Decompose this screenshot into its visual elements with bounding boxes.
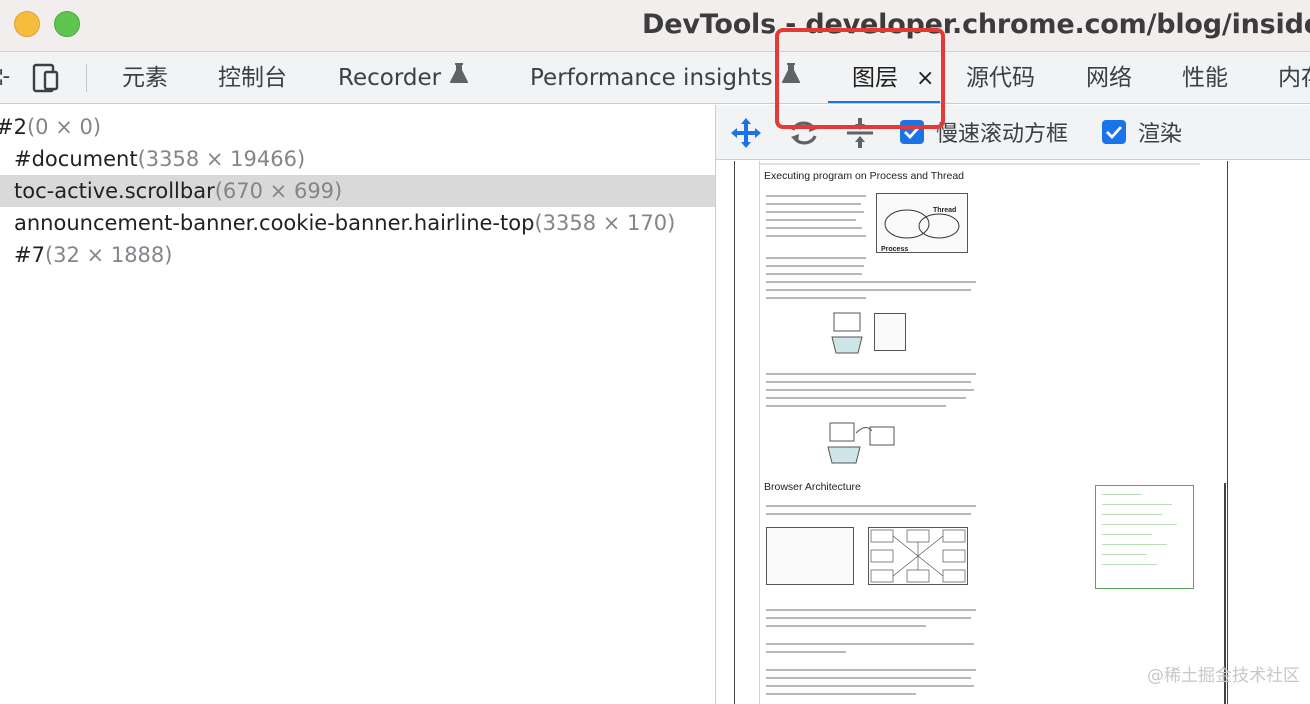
window-diagram-figure xyxy=(874,313,906,351)
tab-elements[interactable]: 元素 xyxy=(122,52,168,103)
text-line xyxy=(766,651,846,653)
page-content-preview: Executing program on Process and Thread … xyxy=(759,161,1205,704)
text-line xyxy=(766,643,974,645)
top-rule xyxy=(760,163,1200,165)
text-line xyxy=(766,265,864,267)
text-line xyxy=(766,219,856,221)
device-toolbar-icon[interactable] xyxy=(31,63,63,93)
toc-line xyxy=(1102,504,1172,505)
tab-performance-insights[interactable]: Performance insights xyxy=(530,52,801,103)
text-line xyxy=(766,257,866,259)
layer-row[interactable]: announcement-banner.cookie-banner.hairli… xyxy=(0,207,715,239)
layer-size: (670 × 699) xyxy=(214,179,343,203)
text-line xyxy=(766,203,861,205)
text-line xyxy=(766,235,866,237)
text-line xyxy=(766,195,866,197)
layer-tree-panel: #2(0 × 0) #document(3358 × 19466) toc-ac… xyxy=(0,105,715,704)
text-line xyxy=(766,297,866,299)
architecture-figure-right xyxy=(868,527,968,585)
memory-diagram-figure xyxy=(830,311,864,355)
layer-size: (3358 × 170) xyxy=(534,211,676,235)
toc-line xyxy=(1102,494,1142,495)
text-line xyxy=(766,693,916,695)
tab-performance[interactable]: 性能 xyxy=(1182,52,1228,103)
experimental-flask-icon xyxy=(449,52,469,103)
tab-recorder-label: Recorder xyxy=(338,65,442,91)
text-line xyxy=(766,669,976,671)
layers-3d-viewport[interactable]: Executing program on Process and Thread … xyxy=(716,161,1310,704)
layer-name: #2 xyxy=(0,115,27,139)
preview-heading: Executing program on Process and Thread xyxy=(764,170,965,182)
toc-line xyxy=(1102,524,1177,525)
layer-row[interactable]: #7(32 × 1888) xyxy=(0,239,715,271)
tab-recorder[interactable]: Recorder xyxy=(338,52,469,103)
architecture-figure-left xyxy=(766,527,854,585)
toc-line xyxy=(1102,514,1162,515)
fig-process-label: Process xyxy=(881,246,908,253)
layers-view-panel: 慢速滚动方框 渲染 Executing program on Process a… xyxy=(716,105,1310,704)
text-line xyxy=(766,625,926,627)
text-line xyxy=(766,677,971,679)
tab-console[interactable]: 控制台 xyxy=(218,52,287,103)
layer-row[interactable]: #2(0 × 0) xyxy=(0,111,711,143)
text-line xyxy=(766,289,971,291)
toc-line xyxy=(1102,534,1152,535)
devtools-tab-bar: ⊹ 元素 控制台 Recorder Performance insights 图… xyxy=(0,52,1310,104)
layer-name: announcement-banner.cookie-banner.hairli… xyxy=(14,211,535,235)
pan-mode-icon[interactable] xyxy=(730,117,762,149)
process-thread-figure: Thread Process xyxy=(876,193,968,253)
toc-line xyxy=(1102,564,1157,565)
text-line xyxy=(766,405,946,407)
text-line xyxy=(766,373,976,375)
watermark: @稀土掘金技术社区 xyxy=(1147,666,1300,686)
toc-line xyxy=(1102,544,1167,545)
layer-name: #document xyxy=(14,147,138,171)
layer-name: #7 xyxy=(14,243,45,267)
slow-scroll-rects-label: 慢速滚动方框 xyxy=(936,122,1069,147)
text-line xyxy=(766,505,976,507)
text-line xyxy=(766,397,966,399)
toolbar-divider xyxy=(86,64,87,92)
window-title: DevTools - developer.chrome.com/blog/ins… xyxy=(642,9,1310,40)
layer-row[interactable]: #document(3358 × 19466) xyxy=(0,143,715,175)
text-line xyxy=(766,389,974,391)
layer-size: (3358 × 19466) xyxy=(137,147,306,171)
fig-thread-label: Thread xyxy=(933,207,956,214)
toc-line xyxy=(1102,554,1147,555)
window-title-bar: DevTools - developer.chrome.com/blog/ins… xyxy=(0,0,1310,52)
maximize-window-button[interactable] xyxy=(54,11,80,37)
highlight-annotation-box xyxy=(775,28,945,129)
minimize-window-button[interactable] xyxy=(14,11,40,37)
text-line xyxy=(766,273,862,275)
text-line xyxy=(766,381,971,383)
tab-sources[interactable]: 源代码 xyxy=(966,52,1035,103)
text-line xyxy=(766,513,971,515)
scroll-rect-highlight xyxy=(1095,485,1194,589)
preview-heading: Browser Architecture xyxy=(764,481,861,493)
layer-size: (0 × 0) xyxy=(26,115,102,139)
layer-size: (32 × 1888) xyxy=(44,243,173,267)
ipc-diagram-figure xyxy=(826,421,902,465)
text-line xyxy=(766,281,976,283)
text-line xyxy=(766,685,974,687)
text-line xyxy=(766,211,864,213)
tab-performance-insights-label: Performance insights xyxy=(530,65,773,91)
text-line xyxy=(766,227,862,229)
layer-row-selected[interactable]: toc-active.scrollbar(670 × 699) xyxy=(0,175,715,207)
layer-name: toc-active.scrollbar xyxy=(14,179,215,203)
inspect-element-icon[interactable]: ⊹ xyxy=(0,52,10,103)
tab-memory[interactable]: 内存 xyxy=(1278,52,1310,103)
tab-network[interactable]: 网络 xyxy=(1086,52,1132,103)
text-line xyxy=(766,617,971,619)
paint-checkbox[interactable] xyxy=(1102,120,1126,144)
page-layer-preview: Executing program on Process and Thread … xyxy=(734,161,1228,704)
text-line xyxy=(766,609,976,611)
paint-label: 渲染 xyxy=(1138,122,1183,147)
